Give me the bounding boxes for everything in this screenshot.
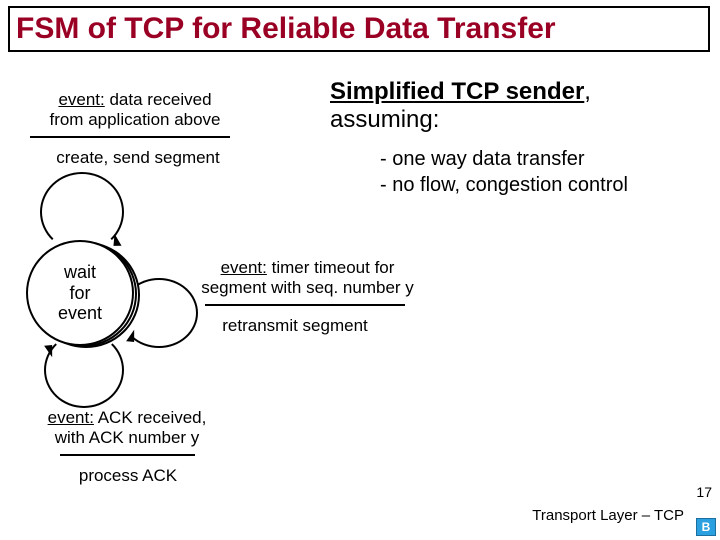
state-wait-for-event: wait for event [26, 240, 134, 348]
event2-divider [205, 304, 405, 306]
event1-text2: from application above [49, 110, 220, 129]
slide-title: FSM of TCP for Reliable Data Transfer [8, 6, 710, 52]
event-keyword: event: [48, 408, 94, 427]
event-keyword: event: [221, 258, 267, 277]
assumptions-block: Simplified TCP sender, assuming: - one w… [330, 78, 700, 198]
corner-badge: B [696, 518, 716, 536]
event2-action: retransmit segment [210, 316, 380, 336]
bullet-no-flow: - no flow, congestion control [380, 172, 700, 198]
event2-text1: timer timeout for [267, 258, 395, 277]
state-ellipse-front: wait for event [26, 240, 134, 346]
state-label: wait for event [58, 262, 102, 324]
event1-action: create, send segment [38, 148, 238, 168]
page-number: 17 [696, 484, 712, 500]
event3-divider [60, 454, 195, 456]
event-ack-received: event: ACK received, with ACK number y [22, 408, 232, 449]
event3-text1: ACK received, [94, 408, 206, 427]
event1-divider [30, 136, 230, 138]
event3-action: process ACK [68, 466, 188, 486]
event-data-received: event: data received from application ab… [30, 90, 240, 131]
event-timeout: event: timer timeout for segment with se… [180, 258, 435, 299]
state-label-line3: event [58, 303, 102, 323]
assumptions-heading-lead: Simplified TCP sender [330, 78, 584, 105]
state-label-line2: for [69, 283, 90, 303]
bullet-one-way: - one way data transfer [380, 146, 700, 172]
assumptions-heading: Simplified TCP sender, assuming: [330, 78, 700, 134]
assumptions-bullets: - one way data transfer - no flow, conge… [380, 146, 700, 198]
event3-text2: with ACK number y [55, 428, 200, 447]
event2-text2: segment with seq. number y [201, 278, 414, 297]
event1-text1: data received [105, 90, 212, 109]
state-label-line1: wait [64, 262, 96, 282]
event-keyword: event: [58, 90, 104, 109]
footer-text: Transport Layer – TCP [532, 507, 684, 524]
